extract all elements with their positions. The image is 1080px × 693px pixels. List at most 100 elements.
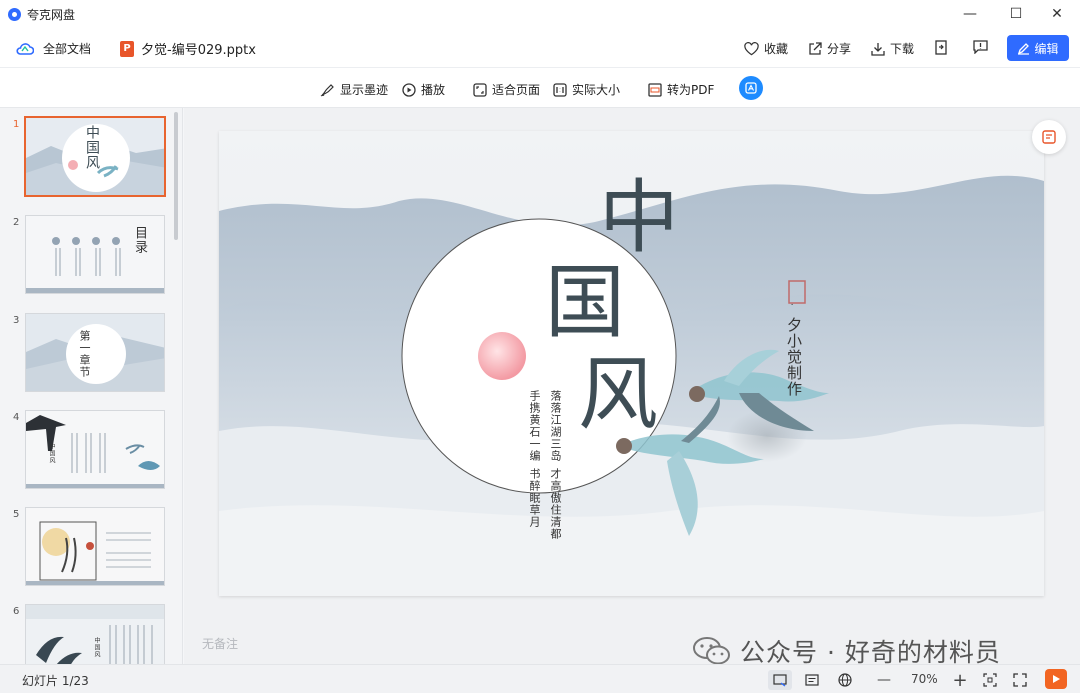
- notes-view-icon: [805, 674, 819, 686]
- language-button[interactable]: [835, 670, 855, 690]
- download-icon: [871, 42, 885, 56]
- close-window-button[interactable]: ✕: [1034, 0, 1080, 28]
- normal-view-button[interactable]: [768, 670, 792, 690]
- app-title: 夸克网盘: [27, 7, 76, 22]
- file-tab[interactable]: P 夕觉-编号029.pptx: [120, 39, 256, 58]
- zoom-out-button[interactable]: —: [874, 670, 894, 690]
- convert-pdf-button[interactable]: 转为PDF: [648, 81, 714, 98]
- thumb-1-title: 中国风: [84, 125, 100, 170]
- slide-title-char-1: 中: [599, 171, 679, 264]
- fullscreen-button[interactable]: [1010, 670, 1030, 690]
- play-button[interactable]: 播放: [402, 81, 445, 98]
- ppt-badge: P: [123, 43, 131, 54]
- fit-page-label: 适合页面: [492, 83, 541, 97]
- ink-pen-icon: [320, 83, 334, 96]
- fullscreen-icon: [1013, 673, 1027, 687]
- thumb-5-art: [26, 508, 164, 585]
- view-toolbar: 显示墨迹 播放 适合页面 实际大小 转为PDF: [0, 68, 1080, 108]
- zoom-out-icon: —: [877, 672, 891, 688]
- cloud-icon: [16, 42, 34, 55]
- all-docs-button[interactable]: 全部文档: [16, 40, 91, 57]
- thumb-number-4: 4: [13, 412, 20, 423]
- favorite-button[interactable]: 收藏: [744, 40, 788, 57]
- download-button[interactable]: 下载: [871, 40, 914, 57]
- slide-title-line2: 国: [542, 261, 628, 345]
- fit-window-button[interactable]: [980, 670, 1000, 690]
- maximize-icon: ☐: [1009, 6, 1023, 22]
- show-ink-button[interactable]: 显示墨迹: [320, 81, 388, 98]
- share-icon: [809, 41, 822, 55]
- feedback-icon: [973, 40, 988, 54]
- zoom-in-icon: +: [952, 669, 968, 691]
- thumb-4-title: 中国风: [48, 443, 55, 464]
- play-label: 播放: [421, 83, 446, 97]
- annotation-icon: [1042, 130, 1056, 144]
- slide-thumbnail-2[interactable]: 目录: [25, 215, 165, 294]
- actual-size-button[interactable]: 实际大小: [553, 81, 620, 98]
- slide-poem-col-4: 书醉眠草月: [528, 468, 541, 528]
- quark-logo-icon: [8, 7, 21, 21]
- favorite-label: 收藏: [764, 42, 789, 56]
- zoom-level[interactable]: 70%: [911, 672, 938, 686]
- slide-thumbnail-5[interactable]: [25, 507, 165, 586]
- slide-thumbnail-4[interactable]: 中国风: [25, 410, 165, 489]
- slide-title-char-2: 国: [545, 256, 625, 349]
- thumb-number-2: 2: [13, 217, 20, 228]
- zoom-in-button[interactable]: +: [950, 669, 970, 691]
- thumb-number-1: 1: [13, 119, 20, 130]
- feedback-button[interactable]: [973, 40, 993, 54]
- slide-poem-col-3: 手携黄石一编: [528, 390, 541, 462]
- slide-title: 中: [599, 176, 679, 260]
- slide-thumbnail-1[interactable]: 中国风: [24, 116, 166, 197]
- slide-author: 夕小觉制作: [785, 317, 803, 397]
- slide-poem-col-1: 落落江湖三岛: [549, 390, 562, 462]
- ppt-file-icon: P: [120, 40, 134, 57]
- slide-counter: 幻灯片 1/23: [22, 674, 89, 688]
- pencil-icon: [1018, 42, 1030, 55]
- maximize-button[interactable]: ☐: [993, 0, 1039, 28]
- notes-view-button[interactable]: [802, 670, 822, 690]
- file-toolbar: 全部文档 P 夕觉-编号029.pptx 收藏 分享 下载: [0, 28, 1080, 68]
- fit-window-icon: [983, 673, 997, 687]
- slide-thumbnail-panel: 1 中国风 2 目录 3 第一章节 4 中国风 5 6 中国风: [0, 108, 183, 664]
- status-bar: 幻灯片 1/23 — 70% +: [0, 664, 1080, 693]
- thumb-number-6: 6: [13, 606, 20, 617]
- thumb-6-title: 中国风: [93, 637, 100, 658]
- thumb-3-title: 第一章节: [78, 330, 91, 378]
- slideshow-play-button[interactable]: [1045, 669, 1067, 689]
- pdf-icon: [648, 82, 662, 97]
- heart-icon: [744, 41, 759, 55]
- actual-size-label: 实际大小: [572, 83, 621, 97]
- export-button[interactable]: [934, 40, 953, 55]
- export-icon: [935, 40, 947, 55]
- slide-thumbnail-3[interactable]: 第一章节: [25, 313, 165, 392]
- thumb-number-3: 3: [13, 315, 20, 326]
- thumbnail-scrollbar[interactable]: [174, 112, 178, 240]
- ai-assistant-button[interactable]: [739, 76, 763, 100]
- fit-page-button[interactable]: 适合页面: [473, 81, 540, 98]
- play-triangle-icon: [1053, 675, 1060, 683]
- normal-view-icon: [773, 673, 787, 687]
- actual-size-icon: [553, 82, 567, 97]
- annotation-toggle-button[interactable]: [1032, 120, 1066, 154]
- download-label: 下载: [890, 42, 915, 56]
- title-bar: 夸克网盘 — ☐ ✕: [0, 0, 1080, 28]
- play-circle-icon: [402, 82, 416, 97]
- globe-icon: [838, 673, 852, 687]
- slide-thumbnail-6[interactable]: 中国风: [25, 604, 165, 664]
- convert-pdf-label: 转为PDF: [667, 83, 715, 97]
- thumb-3-art: [26, 314, 164, 391]
- share-button[interactable]: 分享: [808, 40, 851, 57]
- minimize-icon: —: [963, 6, 977, 22]
- slide-author-dot: ·: [786, 303, 796, 307]
- slide-title-line3: 风: [575, 353, 661, 437]
- edit-button[interactable]: 编辑: [1007, 35, 1069, 61]
- slide-poem-col-2: 才高傲住清都: [549, 468, 562, 540]
- minimize-button[interactable]: —: [947, 0, 993, 28]
- notes-placeholder[interactable]: 无备注: [202, 635, 238, 652]
- fit-page-icon: [473, 82, 487, 97]
- slide-canvas: 中 国 风 · 夕小觉制作 落落江湖三岛 才高傲住清都 手携黄石一编 书醉眠草月: [219, 131, 1044, 596]
- ai-assistant-icon: [745, 82, 757, 94]
- close-icon: ✕: [1051, 6, 1063, 22]
- wechat-icon: [693, 637, 730, 665]
